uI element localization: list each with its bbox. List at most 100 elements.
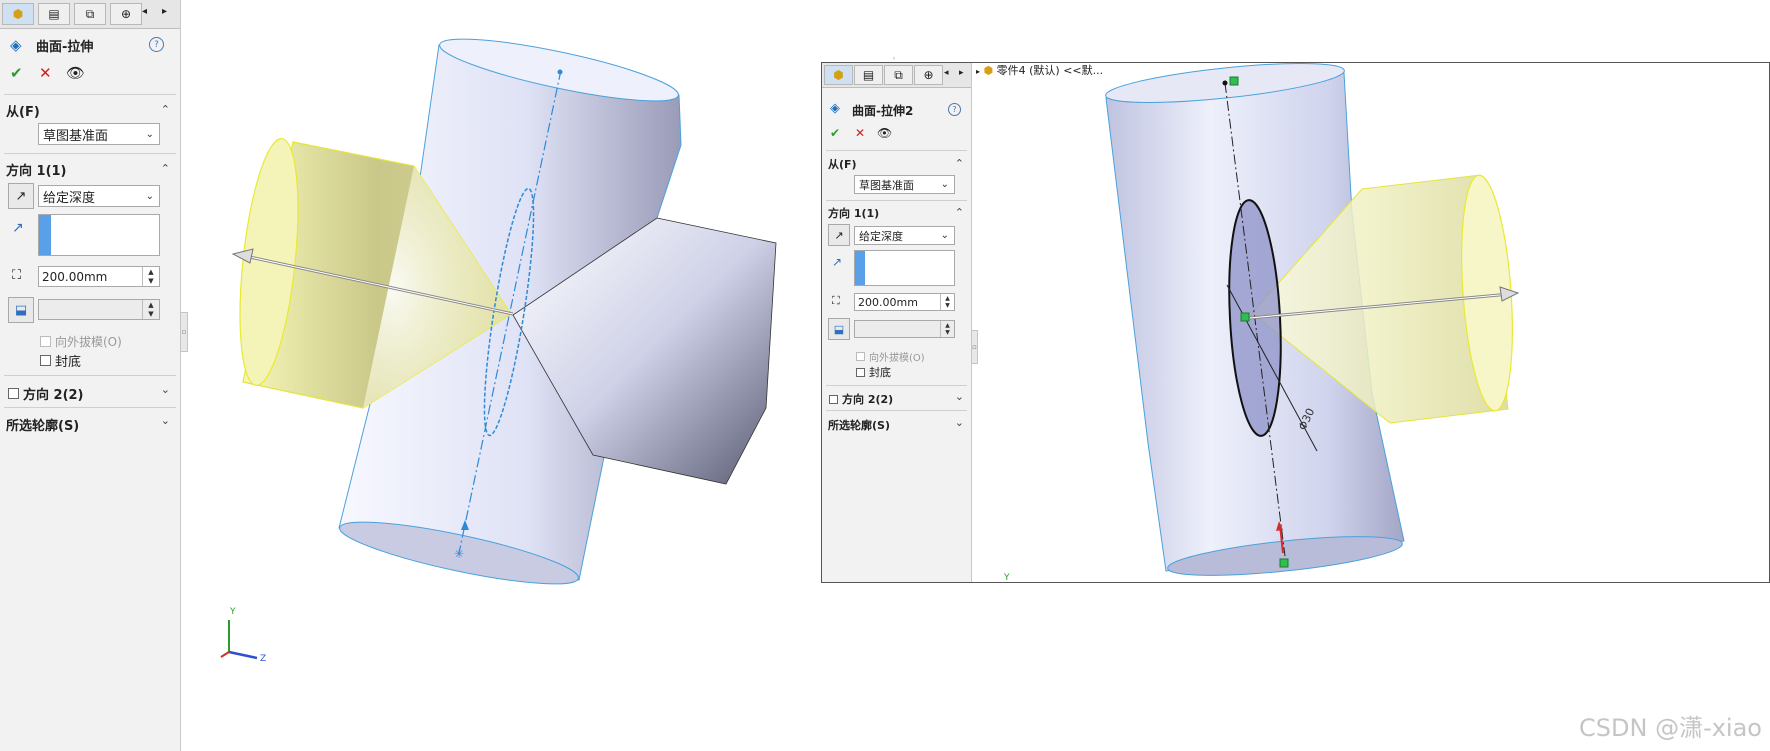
reverse-direction-icon: ↗ (834, 228, 844, 242)
axis-top-point (557, 69, 563, 75)
chevron-down-icon[interactable]: ⌄ (161, 414, 170, 427)
manager-tabbar: ⬢ ▤ ⧉ ⊕ ◂ ▸ (0, 0, 180, 29)
divider (4, 407, 176, 408)
right-axis-label: Y (1003, 573, 1010, 582)
checkbox-box (8, 388, 19, 399)
depth-spin-buttons[interactable]: ▲ ▼ (142, 267, 159, 286)
direction2-header: 方向 2(2) (842, 393, 894, 406)
selected-contours-header[interactable]: 所选轮廓(S) (828, 417, 890, 433)
from-section-header[interactable]: 从(F) (828, 156, 857, 172)
help-icon[interactable]: ? (948, 103, 961, 116)
configuration-manager-icon: ⧉ (894, 67, 903, 82)
help-icon[interactable]: ? (149, 37, 164, 52)
property-manager-tab[interactable]: ▤ (38, 3, 70, 25)
draft-outward-label: 向外拔模(O) (869, 353, 925, 364)
depth-icon: ⛶ (12, 268, 22, 283)
panel-collapse-handle[interactable]: ▫ (180, 312, 188, 352)
depth-icon: ⛶ (832, 294, 840, 307)
divider (4, 375, 176, 376)
preview-button[interactable]: 👁 (66, 64, 85, 82)
divider (4, 153, 176, 154)
depth-value: 200.00mm (42, 269, 108, 284)
draft-outward-checkbox[interactable]: 向外拔模(O) (856, 349, 925, 364)
right-configuration-manager-tab[interactable]: ⧉ (884, 65, 913, 85)
triad-x-axis (220, 651, 230, 658)
feature-manager-tab[interactable]: ⬢ (2, 3, 34, 25)
direction-vector-list[interactable] (38, 214, 160, 256)
draft-spin-buttons[interactable]: ▲ ▼ (940, 321, 954, 337)
direction1-header[interactable]: 方向 1(1) (6, 160, 67, 179)
property-manager-icon: ▤ (48, 7, 60, 21)
draft-toggle-button[interactable]: ⬓ (8, 297, 34, 323)
divider (4, 94, 176, 95)
end-condition-select[interactable]: 给定深度 ⌄ (38, 185, 160, 207)
chevron-down-icon[interactable]: ⌄ (955, 416, 964, 429)
cap-end-label: 封底 (869, 366, 891, 379)
direction-vector-list[interactable] (854, 250, 955, 286)
triad-z-axis (228, 650, 258, 660)
tab-scroll-left-icon[interactable]: ◂ (142, 6, 147, 17)
chevron-down-icon: ⌄ (145, 128, 154, 140)
reverse-direction-icon: ↗ (15, 188, 27, 204)
draft-spin-buttons[interactable]: ▲ ▼ (142, 300, 159, 319)
configuration-manager-tab[interactable]: ⧉ (74, 3, 106, 25)
left-property-manager: ⬢ ▤ ⧉ ⊕ ◂ ▸ ◈ 曲面-拉伸 ? ✔ ✕ 👁 从(F) ⌃ 草图基准面… (0, 0, 181, 751)
from-select[interactable]: 草图基准面 ⌄ (38, 123, 160, 145)
right-dim-xpert-tab[interactable]: ⊕ (914, 65, 943, 85)
from-section-header[interactable]: 从(F) (6, 101, 40, 120)
tab-scroll-right-icon[interactable]: ▸ (959, 68, 964, 78)
reverse-direction-button[interactable]: ↗ (828, 224, 850, 246)
configuration-manager-icon: ⧉ (85, 6, 95, 21)
right-3d-viewport[interactable]: Φ30 Y (972, 63, 1769, 582)
ok-button[interactable]: ✔ (10, 64, 23, 82)
from-select[interactable]: 草图基准面 ⌄ (854, 175, 955, 194)
right-property-manager-tab[interactable]: ▤ (854, 65, 883, 85)
draft-outward-checkbox[interactable]: 向外拔模(O) (40, 333, 122, 350)
reverse-direction-button[interactable]: ↗ (8, 183, 34, 209)
right-feature-manager-tab[interactable]: ⬢ (824, 65, 853, 85)
preview-button[interactable]: 👁 (877, 126, 892, 140)
direction2-header: 方向 2(2) (23, 388, 84, 403)
draft-toggle-button[interactable]: ⬓ (828, 318, 850, 340)
chevron-up-icon[interactable]: ⌃ (955, 206, 964, 219)
feature-tree-breadcrumb[interactable]: ▸ ⬢ 零件4 (默认) <<默... (976, 62, 1103, 78)
right-panel-collapse-handle[interactable]: ▫ (971, 330, 978, 364)
triad-z-label: Z (260, 654, 266, 664)
chevron-down-icon: ⌄ (940, 179, 949, 190)
right-property-manager: ⬢ ▤ ⧉ ⊕ ◂ ▸ ◈ 曲面-拉伸2 ? ✔ ✕ 👁 从(F) ⌃ 草图基准… (822, 63, 972, 582)
part-icon: ⬢ (983, 64, 994, 77)
check-icon: ✔ (830, 126, 841, 140)
expand-arrow-icon[interactable]: ▸ (976, 67, 980, 76)
chevron-down-icon[interactable]: ⌄ (955, 390, 964, 403)
divider (826, 410, 967, 411)
direction1-header[interactable]: 方向 1(1) (828, 205, 879, 221)
cap-end-checkbox[interactable]: 封底 (856, 364, 891, 380)
tab-scroll-right-icon[interactable]: ▸ (162, 6, 167, 17)
chevron-up-icon[interactable]: ⌃ (955, 157, 964, 170)
selection-highlight (855, 251, 865, 285)
depth-input[interactable]: 200.00mm ▲ ▼ (854, 293, 955, 311)
left-3d-viewport[interactable]: ✳ Y Z (181, 0, 821, 751)
draft-angle-input[interactable]: ▲ ▼ (854, 320, 955, 338)
direction2-checkbox[interactable]: 方向 2(2) (8, 384, 84, 403)
tab-scroll-left-icon[interactable]: ◂ (944, 68, 949, 78)
end-condition-select[interactable]: 给定深度 ⌄ (854, 226, 955, 245)
cancel-button[interactable]: ✕ (39, 64, 52, 82)
cancel-button[interactable]: ✕ (855, 126, 865, 140)
chevron-down-icon: ⌄ (940, 230, 949, 241)
depth-spin-buttons[interactable]: ▲ ▼ (940, 294, 954, 310)
chevron-up-icon[interactable]: ⌃ (161, 103, 170, 116)
draft-angle-input[interactable]: ▲ ▼ (38, 299, 160, 320)
ok-button[interactable]: ✔ (830, 126, 840, 140)
draft-icon: ⬓ (14, 302, 28, 318)
depth-input[interactable]: 200.00mm ▲ ▼ (38, 266, 160, 287)
feature-manager-icon: ⬢ (833, 68, 844, 82)
right-center-point-marker (1240, 312, 1250, 322)
surface-extrude-icon: ◈ (830, 101, 840, 116)
selected-contours-header[interactable]: 所选轮廓(S) (6, 415, 79, 434)
dim-xpert-tab[interactable]: ⊕ (110, 3, 142, 25)
direction2-checkbox[interactable]: 方向 2(2) (829, 391, 893, 407)
chevron-up-icon[interactable]: ⌃ (161, 162, 170, 175)
cap-end-checkbox[interactable]: 封底 (40, 351, 81, 370)
chevron-down-icon[interactable]: ⌄ (161, 383, 170, 396)
